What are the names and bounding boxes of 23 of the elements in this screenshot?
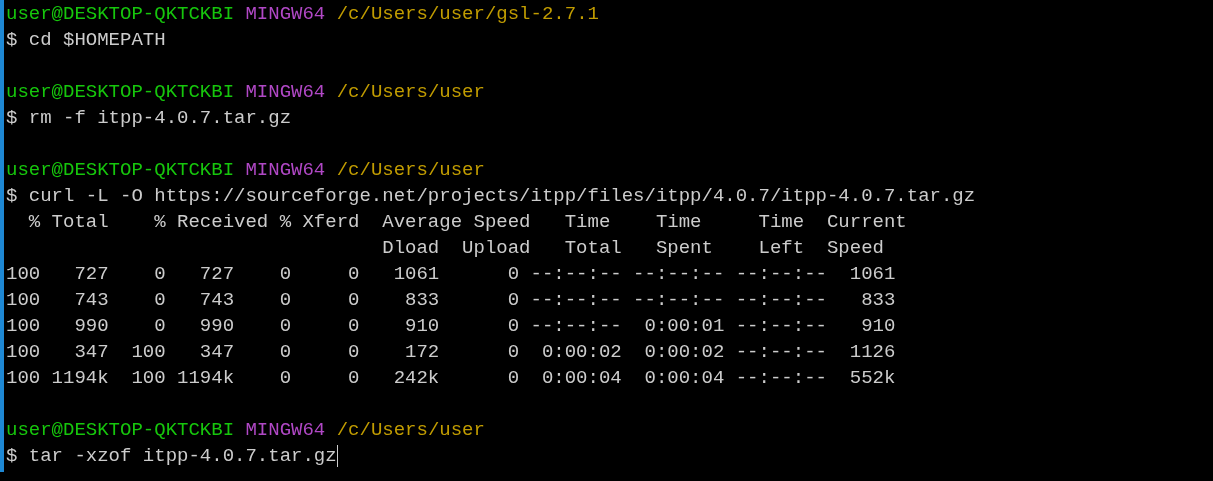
output-line: Dload Upload Total Spent Left Speed [381, 236, 884, 261]
output-line: 100 727 0 727 0 0 1061 0 --:--:-- --:--:-- --:--:-- 1061 [6, 262, 896, 287]
prompt-shell: MINGW64 [245, 158, 326, 183]
prompt-user-host: user@DESKTOP-QKTCKBI [6, 418, 235, 443]
command-line: $ cd $HOMEPATH [6, 28, 166, 53]
output-line: 100 1194k 100 1194k 0 0 242k 0 0:00:04 0:00:04 --:--:-- 552k [6, 366, 896, 391]
prompt-user-host: user@DESKTOP-QKTCKBI [6, 80, 235, 105]
prompt-user-host: user@DESKTOP-QKTCKBI [6, 2, 235, 27]
prompt-shell: MINGW64 [245, 80, 326, 105]
prompt-path: /c/Users/user [336, 80, 485, 105]
prompt-shell: MINGW64 [245, 418, 326, 443]
prompt-path: /c/Users/user/gsl-2.7.1 [336, 2, 599, 27]
command-line: $ tar -xzof itpp-4.0.7.tar.gz [6, 444, 337, 469]
output-line: 100 347 100 347 0 0 172 0 0:00:02 0:00:02 --:--:-- 1126 [6, 340, 896, 365]
prompt-path: /c/Users/user [336, 418, 485, 443]
output-line: 100 743 0 743 0 0 833 0 --:--:-- --:--:-- --:--:-- 833 [6, 288, 896, 313]
output-line: % Total % Received % Xferd Average Speed Time Time Time Current [27, 210, 907, 235]
command-line: $ rm -f itpp-4.0.7.tar.gz [6, 106, 292, 131]
prompt-path: /c/Users/user [336, 158, 485, 183]
command-line: $ curl -L -O https://sourceforge.net/projects/itpp/files/itpp/4.0.7/itpp-4.0.7.tar.gz [6, 184, 976, 209]
prompt-shell: MINGW64 [245, 2, 326, 27]
prompt-user-host: user@DESKTOP-QKTCKBI [6, 158, 235, 183]
output-line: 100 990 0 990 0 0 910 0 --:--:-- 0:00:01 --:--:-- 910 [6, 314, 896, 339]
